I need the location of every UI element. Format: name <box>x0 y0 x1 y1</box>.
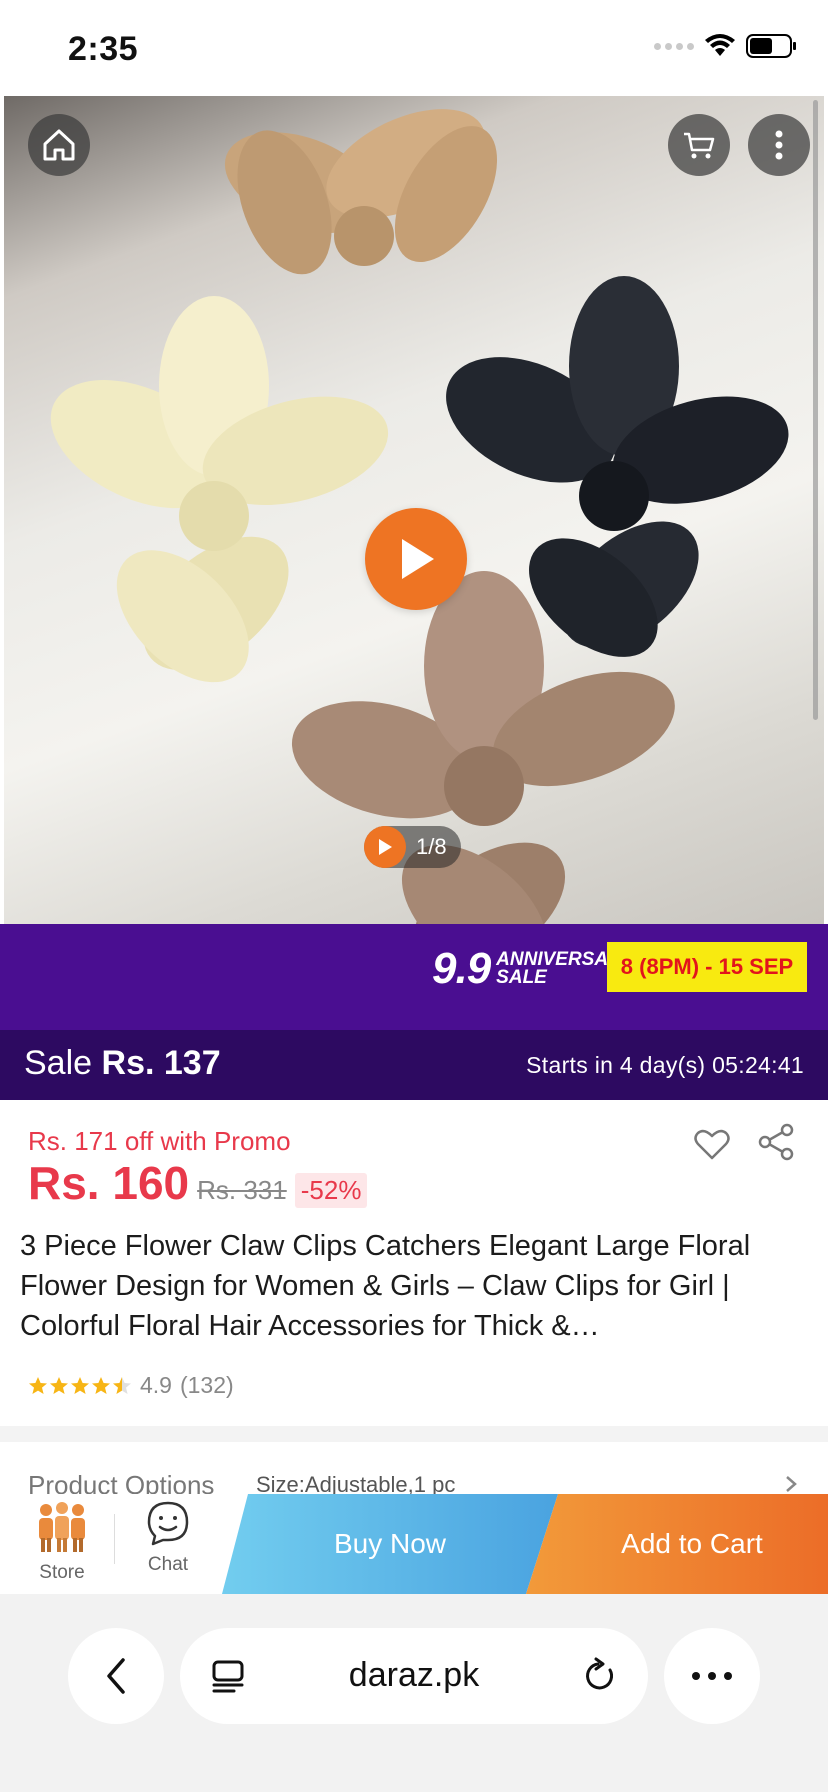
more-vertical-icon <box>775 130 783 160</box>
more-options-button[interactable] <box>748 114 810 176</box>
options-label: Product Options <box>28 1470 215 1496</box>
sale-price: Rs. 137 <box>101 1044 221 1082</box>
status-icons <box>654 34 798 58</box>
browser-toolbar: daraz.pk <box>0 1594 828 1792</box>
campaign-logo-number: 9.9 <box>432 944 491 993</box>
browser-more-button[interactable] <box>664 1628 760 1724</box>
current-price: Rs. 160 <box>28 1157 190 1209</box>
image-counter: 1/8 <box>364 826 461 868</box>
video-indicator <box>364 826 406 868</box>
price-row: Rs. 160 Rs. 331 -52% <box>28 1156 368 1210</box>
wishlist-button[interactable] <box>692 1124 732 1164</box>
product-options-row[interactable]: Product Options Size:Adjustable,1 pc <box>0 1442 828 1496</box>
buy-now-button[interactable]: Buy Now <box>222 1494 558 1594</box>
chat-icon <box>147 1501 189 1546</box>
review-count: (132) <box>179 1372 234 1398</box>
sale-prefix: Sale <box>24 1044 93 1082</box>
cart-icon <box>684 132 715 159</box>
image-counter-text: 1/8 <box>416 834 447 859</box>
star-half-icon <box>113 1376 131 1394</box>
more-horizontal-icon <box>692 1672 732 1680</box>
bottom-action-bar: Store Chat Buy Now Add to Cart <box>0 1494 828 1594</box>
action-bar-separator <box>114 1514 115 1564</box>
heart-icon <box>694 1129 730 1160</box>
product-info: Rs. 171 off with Promo Rs. 160 Rs. 331 -… <box>0 1100 828 1426</box>
promo-discount-text: Rs. 171 off with Promo <box>28 1126 291 1156</box>
status-time: 2:35 <box>68 30 139 68</box>
play-icon <box>402 539 434 579</box>
product-title: 3 Piece Flower Claw Clips Catchers Elega… <box>20 1230 751 1342</box>
back-icon <box>107 1658 125 1694</box>
home-button[interactable] <box>28 114 90 176</box>
sale-price-bar: Sale Rs. 137 Starts in 4 day(s) 05:24:41 <box>0 1030 828 1100</box>
rating-value: 4.9 <box>140 1372 172 1398</box>
options-value: Size:Adjustable,1 pc <box>256 1472 456 1496</box>
share-button[interactable] <box>756 1122 796 1162</box>
chat-button[interactable]: Chat <box>130 1500 206 1590</box>
browser-back-button[interactable] <box>68 1628 164 1724</box>
address-bar[interactable]: daraz.pk <box>180 1628 648 1724</box>
store-button[interactable]: Store <box>24 1500 100 1590</box>
play-icon <box>379 839 392 855</box>
sale-countdown: Starts in 4 day(s) 05:24:41 <box>526 1052 804 1078</box>
store-icon <box>39 1502 85 1552</box>
sale-label: Sale Rs. 137 <box>24 1044 221 1083</box>
campaign-logo: 9.9 ANNIVERSARY SALE <box>432 944 634 994</box>
rating-stars <box>28 1376 132 1396</box>
share-icon <box>758 1123 794 1161</box>
rating-row[interactable]: 4.9 (132) <box>28 1372 234 1399</box>
original-price: Rs. 331 <box>197 1175 287 1205</box>
campaign-banner[interactable]: 9.9 ANNIVERSARY SALE 8 (8PM) - 15 SEP <box>0 924 828 1030</box>
image-scrollbar <box>813 100 818 720</box>
product-image-carousel[interactable]: 1/8 <box>4 96 824 924</box>
star-icon <box>50 1376 68 1394</box>
chevron-right-icon <box>786 1476 797 1492</box>
play-video-button[interactable] <box>365 508 467 610</box>
add-to-cart-button[interactable]: Add to Cart <box>526 1494 828 1594</box>
status-bar: 2:35 <box>0 0 828 96</box>
home-icon <box>43 129 75 161</box>
cart-button[interactable] <box>668 114 730 176</box>
store-label: Store <box>39 1562 85 1583</box>
address-bar-url: daraz.pk <box>348 1656 480 1694</box>
signal-icon <box>654 42 694 50</box>
star-icon <box>29 1376 47 1394</box>
chat-label: Chat <box>147 1554 189 1575</box>
star-icon <box>71 1376 89 1394</box>
reload-icon[interactable] <box>582 1656 618 1696</box>
discount-badge: -52% <box>294 1173 368 1208</box>
star-icon <box>92 1376 110 1394</box>
battery-icon <box>746 34 796 58</box>
wifi-icon <box>705 34 735 56</box>
campaign-date-range: 8 (8PM) - 15 SEP <box>607 942 807 992</box>
section-divider <box>0 1426 828 1442</box>
